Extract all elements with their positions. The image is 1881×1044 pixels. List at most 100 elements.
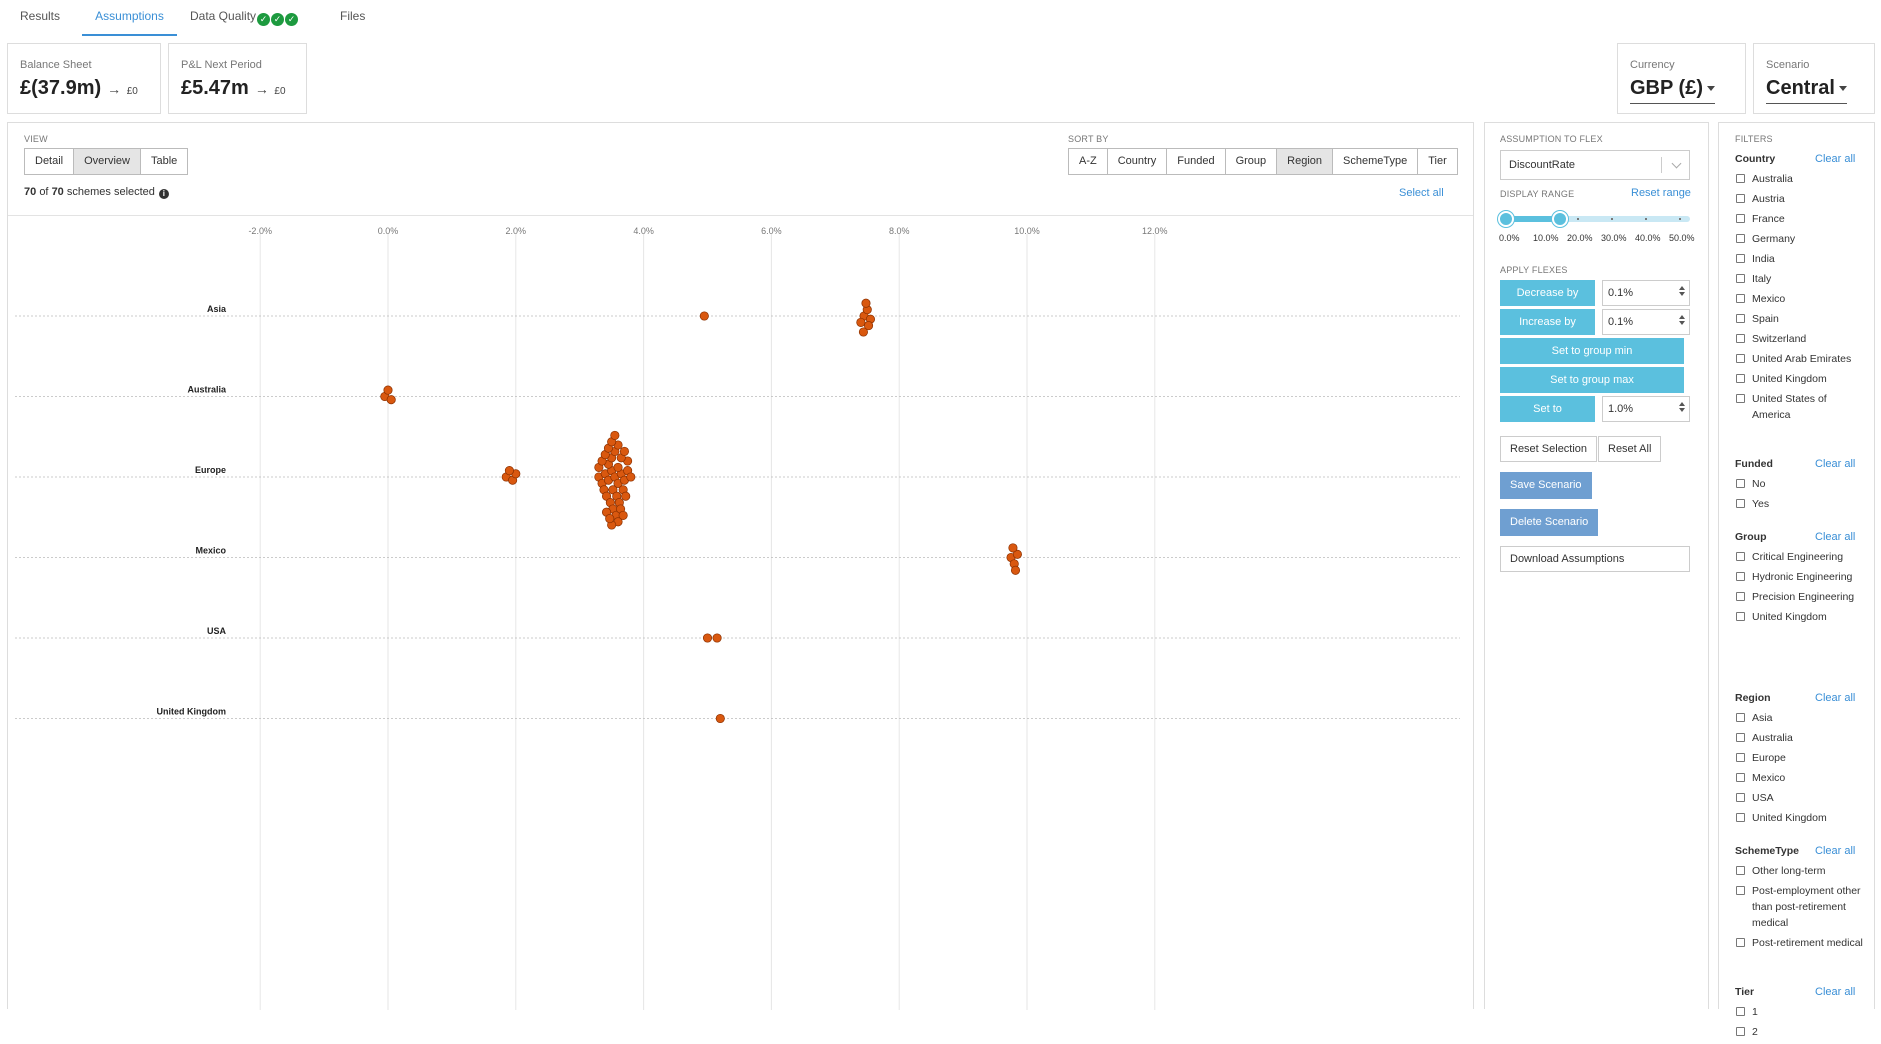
scheme-point[interactable]	[699, 311, 709, 321]
scheme-point[interactable]	[610, 430, 620, 440]
set-group-min-button[interactable]: Set to group min	[1500, 338, 1684, 364]
filter-option[interactable]: Mexico	[1735, 291, 1865, 307]
decrease-by-input[interactable]: 0.1%	[1602, 280, 1690, 306]
filter-option[interactable]: Mexico	[1735, 770, 1865, 786]
filter-option[interactable]: Other long-term	[1735, 863, 1865, 879]
filter-option[interactable]: Post-employment other than post-retireme…	[1735, 883, 1865, 931]
checkbox[interactable]	[1736, 499, 1745, 508]
tab-files[interactable]: Files	[340, 0, 365, 36]
scheme-point[interactable]	[1010, 565, 1021, 575]
assumption-dropdown[interactable]: DiscountRate	[1500, 150, 1690, 180]
checkbox[interactable]	[1736, 938, 1745, 947]
filter-option[interactable]: Precision Engineering	[1735, 589, 1865, 605]
checkbox[interactable]	[1736, 274, 1745, 283]
sort-az-button[interactable]: A-Z	[1068, 148, 1108, 175]
checkbox[interactable]	[1736, 354, 1745, 363]
currency-select[interactable]: GBP (£)	[1630, 77, 1715, 104]
filter-option[interactable]: No	[1735, 476, 1865, 492]
sort-funded-button[interactable]: Funded	[1166, 148, 1226, 175]
checkbox[interactable]	[1736, 294, 1745, 303]
set-group-max-button[interactable]: Set to group max	[1500, 367, 1684, 393]
checkbox[interactable]	[1736, 813, 1745, 822]
sort-country-button[interactable]: Country	[1106, 148, 1168, 175]
increase-by-button[interactable]: Increase by	[1500, 309, 1595, 335]
checkbox[interactable]	[1736, 886, 1745, 895]
filter-option[interactable]: Austria	[1735, 191, 1865, 207]
clear-all-link[interactable]: Clear all	[1815, 692, 1855, 704]
download-assumptions-button[interactable]: Download Assumptions	[1500, 546, 1690, 572]
scenario-select[interactable]: Central	[1766, 77, 1847, 104]
checkbox[interactable]	[1736, 572, 1745, 581]
checkbox[interactable]	[1736, 194, 1745, 203]
checkbox[interactable]	[1736, 374, 1745, 383]
checkbox[interactable]	[1736, 1007, 1745, 1016]
tab-results[interactable]: Results	[20, 0, 60, 36]
filter-option[interactable]: India	[1735, 251, 1865, 267]
filter-option[interactable]: 1	[1735, 1004, 1865, 1020]
filter-option[interactable]: Germany	[1735, 231, 1865, 247]
checkbox[interactable]	[1736, 753, 1745, 762]
set-to-input[interactable]: 1.0%	[1602, 396, 1690, 422]
filter-option[interactable]: United Arab Emirates	[1735, 351, 1865, 367]
clear-all-link[interactable]: Clear all	[1815, 845, 1855, 857]
range-max-handle[interactable]	[1552, 211, 1568, 227]
filter-option[interactable]: Hydronic Engineering	[1735, 569, 1865, 585]
filter-option[interactable]: Australia	[1735, 171, 1865, 187]
scheme-point[interactable]	[605, 514, 615, 524]
scheme-point[interactable]	[504, 466, 514, 476]
view-table-button[interactable]: Table	[139, 148, 189, 175]
reset-selection-button[interactable]: Reset Selection	[1500, 436, 1598, 462]
filter-option[interactable]: United Kingdom	[1735, 810, 1865, 826]
select-all-link[interactable]: Select all	[1399, 187, 1444, 199]
scheme-point[interactable]	[1008, 543, 1018, 553]
save-scenario-button[interactable]: Save Scenario	[1500, 472, 1592, 499]
clear-all-link[interactable]: Clear all	[1815, 458, 1855, 470]
scheme-point[interactable]	[386, 395, 396, 405]
checkbox[interactable]	[1736, 314, 1745, 323]
filter-option[interactable]: United Kingdom	[1735, 609, 1865, 625]
filter-option[interactable]: Yes	[1735, 496, 1865, 512]
checkbox[interactable]	[1736, 552, 1745, 561]
filter-option[interactable]: United Kingdom	[1735, 371, 1865, 387]
filter-option[interactable]: United States of America	[1735, 391, 1865, 423]
view-detail-button[interactable]: Detail	[24, 148, 75, 175]
tab-data-quality[interactable]: Data Quality ✓ ✓ ✓	[190, 0, 299, 36]
checkbox[interactable]	[1736, 254, 1745, 263]
view-overview-button[interactable]: Overview	[73, 148, 141, 175]
checkbox[interactable]	[1736, 394, 1745, 403]
checkbox[interactable]	[1736, 214, 1745, 223]
stepper-icon[interactable]	[1677, 400, 1687, 418]
sort-schemetype-button[interactable]: SchemeType	[1332, 148, 1419, 175]
set-to-button[interactable]: Set to	[1500, 396, 1595, 422]
scheme-point[interactable]	[619, 446, 629, 456]
scheme-point[interactable]	[856, 317, 866, 327]
filter-option[interactable]: Spain	[1735, 311, 1865, 327]
decrease-by-button[interactable]: Decrease by	[1500, 280, 1595, 306]
scheme-point[interactable]	[712, 633, 722, 643]
scheme-point[interactable]	[626, 472, 636, 482]
clear-all-link[interactable]: Clear all	[1815, 986, 1855, 998]
filter-option[interactable]: Australia	[1735, 730, 1865, 746]
scheme-point[interactable]	[383, 385, 393, 395]
sort-group-button[interactable]: Group	[1224, 148, 1278, 175]
tab-assumptions[interactable]: Assumptions	[82, 0, 177, 36]
scheme-point[interactable]	[621, 491, 631, 501]
checkbox[interactable]	[1736, 612, 1745, 621]
range-min-handle[interactable]	[1498, 211, 1514, 227]
filter-option[interactable]: Critical Engineering	[1735, 549, 1865, 565]
sort-region-button[interactable]: Region	[1276, 148, 1334, 175]
checkbox[interactable]	[1736, 592, 1745, 601]
checkbox[interactable]	[1736, 174, 1745, 183]
filter-option[interactable]: Italy	[1735, 271, 1865, 287]
filter-option[interactable]: Europe	[1735, 750, 1865, 766]
scheme-point[interactable]	[702, 633, 713, 643]
scheme-point[interactable]	[858, 327, 868, 337]
clear-all-link[interactable]: Clear all	[1815, 153, 1855, 165]
increase-by-input[interactable]: 0.1%	[1602, 309, 1690, 335]
filter-option[interactable]: Post-retirement medical	[1735, 935, 1865, 951]
reset-range-link[interactable]: Reset range	[1631, 187, 1691, 199]
scheme-point[interactable]	[715, 713, 725, 724]
stepper-icon[interactable]	[1677, 313, 1687, 331]
checkbox[interactable]	[1736, 866, 1745, 875]
stepper-icon[interactable]	[1677, 284, 1687, 302]
